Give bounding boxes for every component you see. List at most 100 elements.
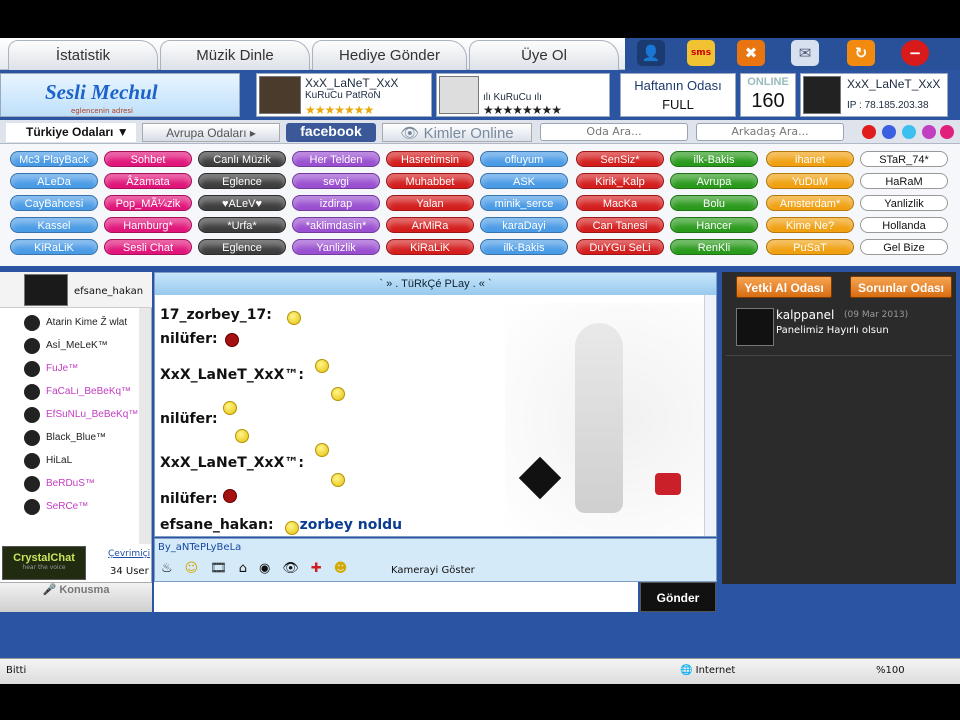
facebook-button[interactable]: facebook [286,123,376,142]
user-list-item[interactable]: HiLaL [0,450,138,472]
room-button[interactable]: STaR_74* [860,151,948,167]
smiley-icon[interactable]: ☺ [185,561,199,576]
user-list-item[interactable]: Atarin Kime Ž wlat [0,312,138,334]
room-button[interactable]: Sesli Chat [104,239,192,255]
webcam-icon[interactable]: ◉ [259,561,270,576]
theme-purple-dot[interactable] [922,125,936,139]
room-button[interactable]: KiRaLiK [386,239,474,255]
room-button[interactable]: Yanlizlik [292,239,380,255]
room-button[interactable]: Pop_MÃ¼zik [104,195,192,211]
room-button[interactable]: ♥ALeV♥ [198,195,286,211]
current-user-box[interactable]: XxX_LaNeT_XxX IP : 78.185.203.38 [800,73,948,117]
room-button[interactable]: *Urfa* [198,217,286,233]
room-button[interactable]: Her Telden [292,151,380,167]
room-button[interactable]: ASK [480,173,568,189]
room-button[interactable]: Yalan [386,195,474,211]
room-button[interactable]: DuYGu SeLi [576,239,664,255]
room-button[interactable]: Mc3 PlayBack [10,151,98,167]
tab-hediye-gonder[interactable]: Hediye Gönder [312,40,467,70]
chat-message-user[interactable]: nilüfer: [160,411,218,427]
who-online-button[interactable]: 👁 Kimler Online [382,123,532,142]
theme-red-dot[interactable] [862,125,876,139]
message-input[interactable] [154,582,638,612]
room-button[interactable]: Amsterdam* [766,195,854,211]
room-button[interactable]: ArMiRa [386,217,474,233]
room-button[interactable]: Avrupa [670,173,758,189]
room-button[interactable]: ilk-Bakis [480,239,568,255]
room-button[interactable]: Canlı Müzik [198,151,286,167]
user-icon[interactable]: 👤 [637,40,665,66]
chat-message-user[interactable]: nilüfer: [160,331,218,347]
room-button[interactable]: ALeDa [10,173,98,189]
featured-user-2[interactable]: ılı KuRuCu ılı ★★★★★★★★ [436,73,610,117]
room-button[interactable]: Eglence [198,239,286,255]
room-button[interactable]: minik_serce [480,195,568,211]
yetki-al-button[interactable]: Yetki Al Odası [736,276,832,298]
gift-icon[interactable]: ✚ [311,561,322,576]
room-button[interactable]: Yanlizlik [860,195,948,211]
home-icon[interactable]: ⌂ [239,561,247,576]
room-button[interactable]: KiRaLiK [10,239,98,255]
room-button[interactable]: Âžamata [104,173,192,189]
room-button[interactable]: Hancer [670,217,758,233]
zoom-level[interactable]: %100 [876,665,905,676]
chat-scrollbar[interactable] [704,295,716,536]
mail-icon[interactable]: ✉ [791,40,819,66]
show-camera-label[interactable]: Kamerayi Göster [391,565,475,576]
online-link[interactable]: Çevrimiçi [108,549,150,559]
tab-istatistik[interactable]: İstatistik [8,40,158,70]
room-button[interactable]: *aklimdasin* [292,217,380,233]
room-button[interactable]: Kassel [10,217,98,233]
chat-message-user[interactable]: 17_zorbey_17: [160,307,272,323]
user-list-scrollbar[interactable] [139,308,151,544]
turkey-rooms-tab[interactable]: Türkiye Odaları ▼ [6,123,136,142]
room-search-input[interactable]: Oda Ara... [540,123,688,141]
europe-rooms-tab[interactable]: Avrupa Odaları ▸ [142,123,280,142]
week-room-box[interactable]: Haftanın Odası FULL [620,73,736,117]
eye-icon[interactable]: 👁 [282,561,299,576]
talk-button[interactable]: 🎤 Konusma [0,582,152,612]
user-list-item[interactable]: FaCaLı_BeBeKq™ [0,381,138,403]
room-button[interactable]: Bolu [670,195,758,211]
room-button[interactable]: MacKa [576,195,664,211]
room-button[interactable]: sevgi [292,173,380,189]
current-user-row[interactable]: efsane_hakan [0,272,152,308]
friend-search-input[interactable]: Arkadaş Ara... [696,123,844,141]
featured-user-1[interactable]: XxX_LaNeT_XxX KuRuCu PatRoN ★★★★★★★ [256,73,432,117]
room-button[interactable]: RenKli [670,239,758,255]
room-button[interactable]: Hollanda [860,217,948,233]
room-button[interactable]: Can Tanesi [576,217,664,233]
room-button[interactable]: HaRaM [860,173,948,189]
room-button[interactable]: Sohbet [104,151,192,167]
user-list-item[interactable]: BeRDuS™ [0,473,138,495]
room-button[interactable]: Kirik_Kalp [576,173,664,189]
sorunlar-button[interactable]: Sorunlar Odası [850,276,952,298]
chat-message-user[interactable]: nilüfer: [160,491,218,507]
room-button[interactable]: izdirap [292,195,380,211]
tab-muzik-dinle[interactable]: Müzik Dinle [160,40,310,70]
room-button[interactable]: SenSiz* [576,151,664,167]
room-button[interactable]: karaDayi [480,217,568,233]
user-list-item[interactable]: Black_Blue™ [0,427,138,449]
room-button[interactable]: CayBahcesi [10,195,98,211]
refresh-icon[interactable]: ↻ [847,40,875,66]
chat-message-user[interactable]: XxX_LaNeT_XxX™: [160,367,304,383]
tools-icon[interactable]: ✖ [737,40,765,66]
room-button[interactable]: Kime Ne? [766,217,854,233]
chat-message-user[interactable]: efsane_hakan: [160,517,274,533]
room-button[interactable]: Muhabbet [386,173,474,189]
close-icon[interactable]: − [901,40,929,66]
send-button[interactable]: Gönder [640,582,716,612]
theme-pink-dot[interactable] [940,125,954,139]
room-button[interactable]: ihanet [766,151,854,167]
sound-icon[interactable]: ♨ [161,561,173,576]
chat-message-user[interactable]: XxX_LaNeT_XxX™: [160,455,304,471]
room-button[interactable]: Hasretimsin [386,151,474,167]
sms-icon[interactable]: sms [687,40,715,66]
room-button[interactable]: Gel Bize [860,239,948,255]
theme-cyan-dot[interactable] [902,125,916,139]
room-button[interactable]: ofluyum [480,151,568,167]
user-list-item[interactable]: Asİ_MeLeK™ [0,335,138,357]
theme-blue-dot[interactable] [882,125,896,139]
room-button[interactable]: Eglence [198,173,286,189]
